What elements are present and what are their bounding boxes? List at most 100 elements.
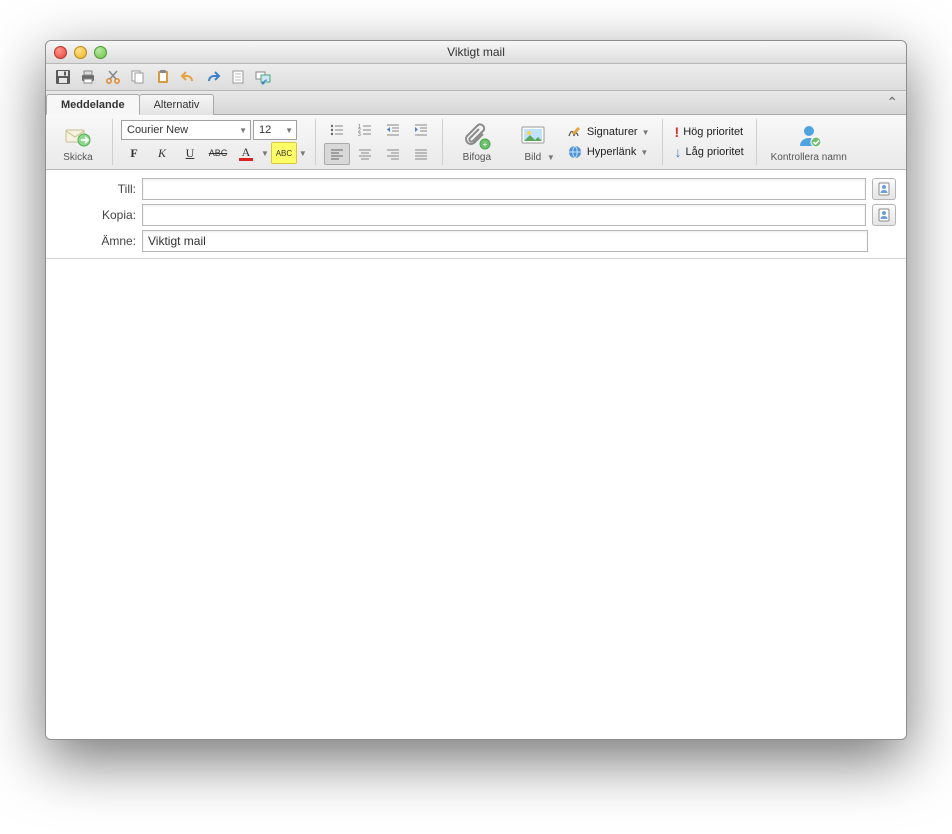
align-center-button[interactable] [352,143,378,165]
print-button[interactable] [77,67,99,87]
chevron-up-icon: ⌃ [886,94,898,110]
align-right-button[interactable] [380,143,406,165]
to-label: Till: [56,182,136,196]
paperclip-icon: + [463,122,491,150]
chevron-down-icon: ▼ [285,126,293,135]
ribbon-collapse-button[interactable]: ⌃ [886,91,906,114]
undo-icon [180,69,196,85]
chevron-down-icon: ▼ [640,148,648,157]
signature-icon [567,124,583,140]
to-row: Till: [56,178,896,200]
address-book-icon [876,181,892,197]
subject-label: Ämne: [56,234,136,248]
high-priority-label: Hög prioritet [683,126,743,138]
cc-label: Kopia: [56,208,136,222]
numbered-list-button[interactable]: 123 [352,119,378,141]
window-title: Viktigt mail [46,45,906,59]
hyperlink-label: Hyperlänk [587,146,637,158]
bold-button[interactable]: F [121,142,147,164]
traffic-lights [46,46,107,59]
underline-button[interactable]: U [177,142,203,164]
align-left-button[interactable] [324,143,350,165]
cc-field[interactable] [142,204,866,226]
titlebar: Viktigt mail [46,41,906,64]
group-send: Skicka [52,119,113,165]
paste-button[interactable] [152,67,174,87]
font-size-select[interactable]: 12 ▼ [253,120,297,140]
close-window-button[interactable] [54,46,67,59]
media-browser-button[interactable] [252,67,274,87]
send-button[interactable]: Skicka [52,120,104,165]
copy-button[interactable] [127,67,149,87]
group-check-names: Kontrollera namn [765,119,861,165]
quick-access-toolbar [46,64,906,91]
send-label: Skicka [63,152,92,163]
group-font: Courier New ▼ 12 ▼ F K U ABC A [121,119,316,165]
cut-button[interactable] [102,67,124,87]
font-color-button[interactable]: A [233,142,259,164]
person-check-icon [795,122,823,150]
scissors-icon [105,69,121,85]
tab-message[interactable]: Meddelande [46,94,140,115]
increase-indent-button[interactable] [408,119,434,141]
indent-icon [413,122,429,138]
group-priority: ! Hög prioritet ↓ Låg prioritet [671,119,757,165]
compose-window: Viktigt mail Meddelande [45,40,907,740]
check-names-button[interactable]: Kontrollera namn [765,120,853,165]
floppy-disk-icon [55,69,71,85]
save-button[interactable] [52,67,74,87]
decrease-indent-button[interactable] [380,119,406,141]
media-icon [255,69,271,85]
picture-label: Bild [525,152,542,163]
align-justify-button[interactable] [408,143,434,165]
bullet-list-icon [329,122,345,138]
redo-button[interactable] [202,67,224,87]
attach-label: Bifoga [463,152,491,163]
tab-options[interactable]: Alternativ [139,94,215,115]
low-priority-label: Låg prioritet [686,146,744,158]
picture-button[interactable]: Bild ▼ [507,120,559,164]
picture-icon [519,122,547,150]
attach-button[interactable]: + Bifoga [451,120,503,165]
zoom-window-button[interactable] [94,46,107,59]
high-priority-button[interactable]: ! Hög prioritet [671,123,748,141]
clipboard-icon [155,69,171,85]
highlight-button[interactable]: ABC [271,142,297,164]
align-right-icon [385,146,401,162]
undo-button[interactable] [177,67,199,87]
envelope-send-icon [64,122,92,150]
toggle-formatting-button[interactable] [227,67,249,87]
low-priority-button[interactable]: ↓ Låg prioritet [671,143,748,161]
copy-icon [130,69,146,85]
subject-field[interactable] [142,230,868,252]
group-insert: + Bifoga Bild ▼ Signaturer ▼ Hyperlänk ▼ [451,119,663,165]
svg-text:+: + [483,140,488,149]
page-icon [230,69,246,85]
highlight-dropdown[interactable]: ▼ [299,149,307,158]
to-address-book-button[interactable] [872,178,896,200]
font-family-select[interactable]: Courier New ▼ [121,120,251,140]
bullet-list-button[interactable] [324,119,350,141]
font-family-value: Courier New [127,124,188,136]
message-body[interactable] [46,259,906,739]
minimize-window-button[interactable] [74,46,87,59]
globe-link-icon [567,144,583,160]
signatures-button[interactable]: Signaturer ▼ [563,123,654,141]
align-center-icon [357,146,373,162]
check-names-label: Kontrollera namn [771,152,847,163]
outdent-icon [385,122,401,138]
printer-icon [80,69,96,85]
exclamation-icon: ! [675,124,680,140]
strikethrough-button[interactable]: ABC [205,142,231,164]
svg-text:3: 3 [358,132,361,138]
chevron-down-icon: ▼ [239,126,247,135]
font-color-dropdown[interactable]: ▼ [261,149,269,158]
cc-row: Kopia: [56,204,896,226]
align-left-icon [329,146,345,162]
cc-address-book-button[interactable] [872,204,896,226]
align-justify-icon [413,146,429,162]
hyperlink-button[interactable]: Hyperlänk ▼ [563,143,654,161]
to-field[interactable] [142,178,866,200]
italic-button[interactable]: K [149,142,175,164]
redo-icon [205,69,221,85]
